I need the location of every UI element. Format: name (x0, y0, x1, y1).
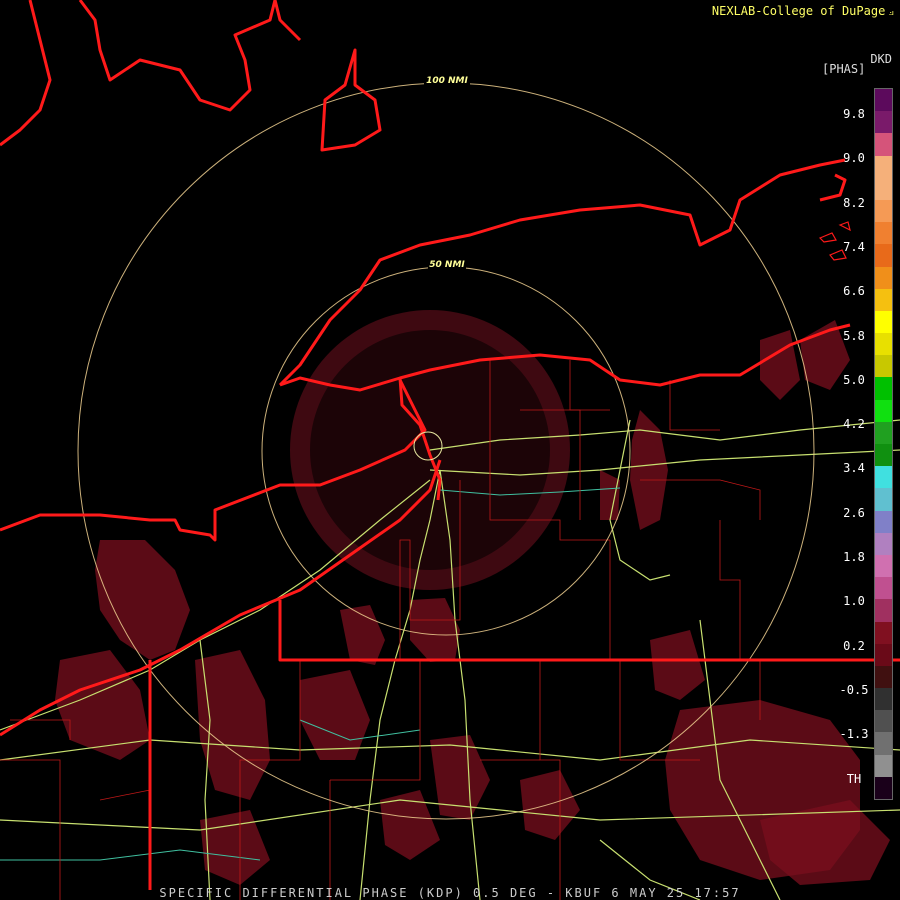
range-label-100: 100 NMI (426, 76, 468, 86)
color-scale-segment (875, 710, 892, 733)
color-scale-segment (875, 488, 892, 511)
product-caption: SPECIFIC DIFFERENTIAL PHASE (KDP) 0.5 DE… (159, 886, 741, 900)
color-scale-segment (875, 421, 892, 444)
credit-text: NEXLAB-College of DuPage (711, 4, 886, 18)
color-scale-segment (875, 466, 892, 489)
color-scale-segment (875, 754, 892, 777)
color-scale-segment (875, 266, 892, 289)
color-scale-segment (875, 111, 892, 134)
color-scale-segment (875, 399, 892, 422)
credit-line: NEXLAB-College of DuPage ⟓ (712, 4, 894, 19)
color-scale-segment (875, 222, 892, 245)
color-scale-segment (875, 288, 892, 311)
color-scale-tick-label: -0.5 (839, 682, 869, 697)
legend-unit: [PHAS] (822, 62, 866, 76)
color-scale-segment (875, 244, 892, 267)
color-scale-segment (875, 444, 892, 467)
color-scale-segment (875, 577, 892, 600)
color-scale-tick-label: TH (846, 771, 862, 786)
color-scale-tick-label: 9.8 (843, 107, 865, 121)
color-scale-tick-label: 8.2 (843, 195, 865, 210)
color-scale-tick-label: 4.2 (843, 417, 865, 432)
color-scale-tick-label: 3.4 (843, 461, 865, 476)
color-scale-segment (875, 89, 892, 112)
color-scale-segment (875, 776, 892, 799)
color-scale-tick-label: 1.0 (843, 594, 865, 609)
color-scale-tick-label: 9.0 (843, 151, 865, 166)
color-scale-tick-label: 5.0 (843, 372, 865, 387)
color-scale-segment (875, 688, 892, 711)
color-scale-segment (875, 310, 892, 334)
range-label-50: 50 NMI (429, 260, 465, 270)
color-scale-tick-label: 0.2 (843, 638, 865, 653)
color-scale-segment (875, 665, 892, 689)
color-scale-segment (875, 732, 892, 755)
color-scale-segment (875, 199, 892, 223)
color-scale-segment (875, 177, 892, 200)
color-scale-segment (875, 532, 892, 555)
color-scale-tick-label: -1.3 (839, 727, 869, 742)
color-scale-segment (875, 554, 892, 578)
logo-icon: ⟓ (888, 4, 894, 18)
color-scale-segment (875, 621, 892, 644)
color-scale-bar (874, 88, 893, 800)
color-scale-segment (875, 133, 892, 156)
color-scale-segment (875, 155, 892, 178)
color-scale-tick-label: 5.8 (843, 328, 865, 343)
color-scale-segment (875, 355, 892, 378)
color-scale-tick-label: 6.6 (843, 284, 865, 299)
color-scale-tick-label: 7.4 (843, 239, 865, 254)
color-scale-segment (875, 333, 892, 356)
color-scale-segment (875, 643, 892, 666)
color-scale-tick-label: 1.8 (843, 550, 865, 564)
legend-product-code: DKD (870, 52, 892, 66)
radar-map: 100 NMI 50 NMI (0, 0, 900, 900)
color-scale-segment (875, 377, 892, 400)
color-scale-segment (875, 510, 892, 533)
color-scale-tick-label: 2.6 (843, 505, 865, 520)
color-scale-segment (875, 599, 892, 622)
